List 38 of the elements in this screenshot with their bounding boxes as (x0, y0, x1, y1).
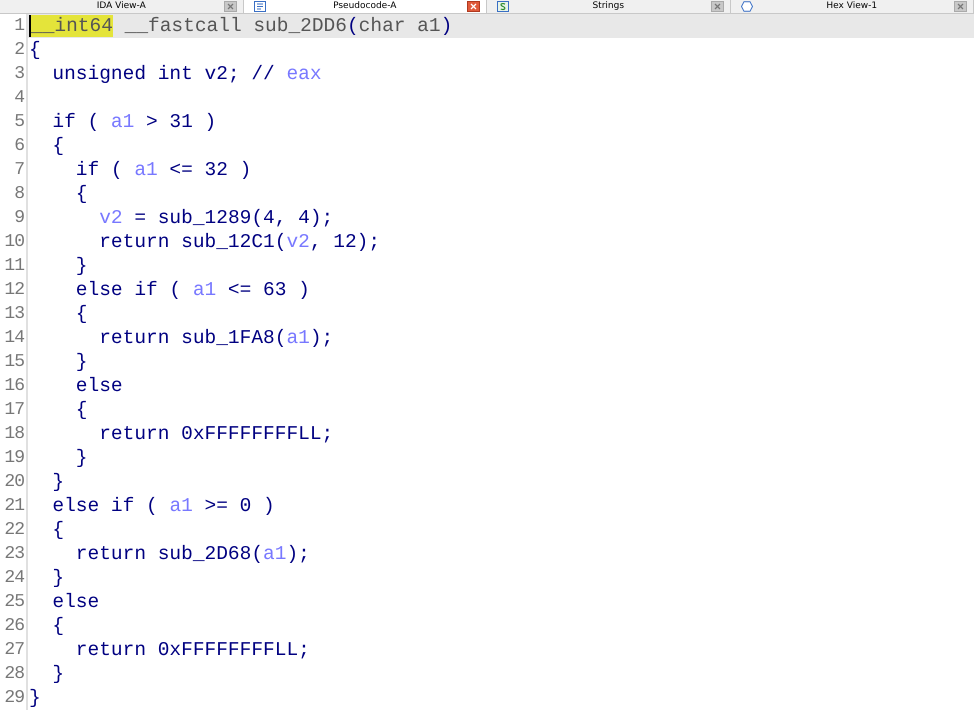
code-line: v2 = sub_1289(4, 4); (98, 206, 334, 230)
code-line: } (51, 566, 64, 590)
code-line: unsigned int v2; // eax (51, 62, 322, 86)
code-line: { (74, 302, 88, 326)
close-icon[interactable] (467, 1, 480, 12)
code-line: { (74, 182, 88, 206)
line-number: 1 (0, 14, 28, 38)
tab[interactable]: Hex View-1 (730, 0, 974, 13)
code-line: { (51, 518, 64, 542)
hexagon-icon (740, 1, 752, 12)
code-line: else if ( a1 >= 0 ) (51, 494, 275, 518)
code-line: } (29, 686, 41, 710)
code-line: return sub_12C1(v2, 12); (98, 230, 380, 254)
code-line: } (74, 446, 88, 470)
code-line: if ( a1 <= 32 ) (74, 158, 252, 182)
code-line: else (51, 590, 100, 614)
close-icon[interactable] (224, 1, 236, 12)
code-line: } (74, 350, 88, 374)
close-icon[interactable] (710, 1, 724, 12)
code-line: __int64 __fastcall sub_2DD6(char a1) (31, 14, 452, 38)
code-line: return sub_2D68(a1); (74, 542, 310, 566)
close-icon[interactable] (954, 1, 967, 12)
code-line: { (74, 398, 88, 422)
text-cursor (29, 15, 31, 37)
code-line: } (51, 662, 64, 686)
code-line: return sub_1FA8(a1); (98, 326, 334, 350)
code-line: { (29, 38, 41, 62)
code-line: { (51, 134, 64, 158)
code-line: } (74, 254, 88, 278)
code-line: else (74, 374, 123, 398)
code-line: else if ( a1 <= 63 ) (74, 278, 310, 302)
code-line: if ( a1 > 31 ) (51, 110, 216, 134)
tab[interactable]: Pseudocode-A (244, 0, 487, 13)
code-line: return 0xFFFFFFFFLL; (98, 422, 334, 446)
code-line: return 0xFFFFFFFFLL; (74, 638, 310, 662)
code-line: { (51, 614, 64, 638)
code-line: } (51, 470, 64, 494)
document-icon (254, 1, 266, 12)
